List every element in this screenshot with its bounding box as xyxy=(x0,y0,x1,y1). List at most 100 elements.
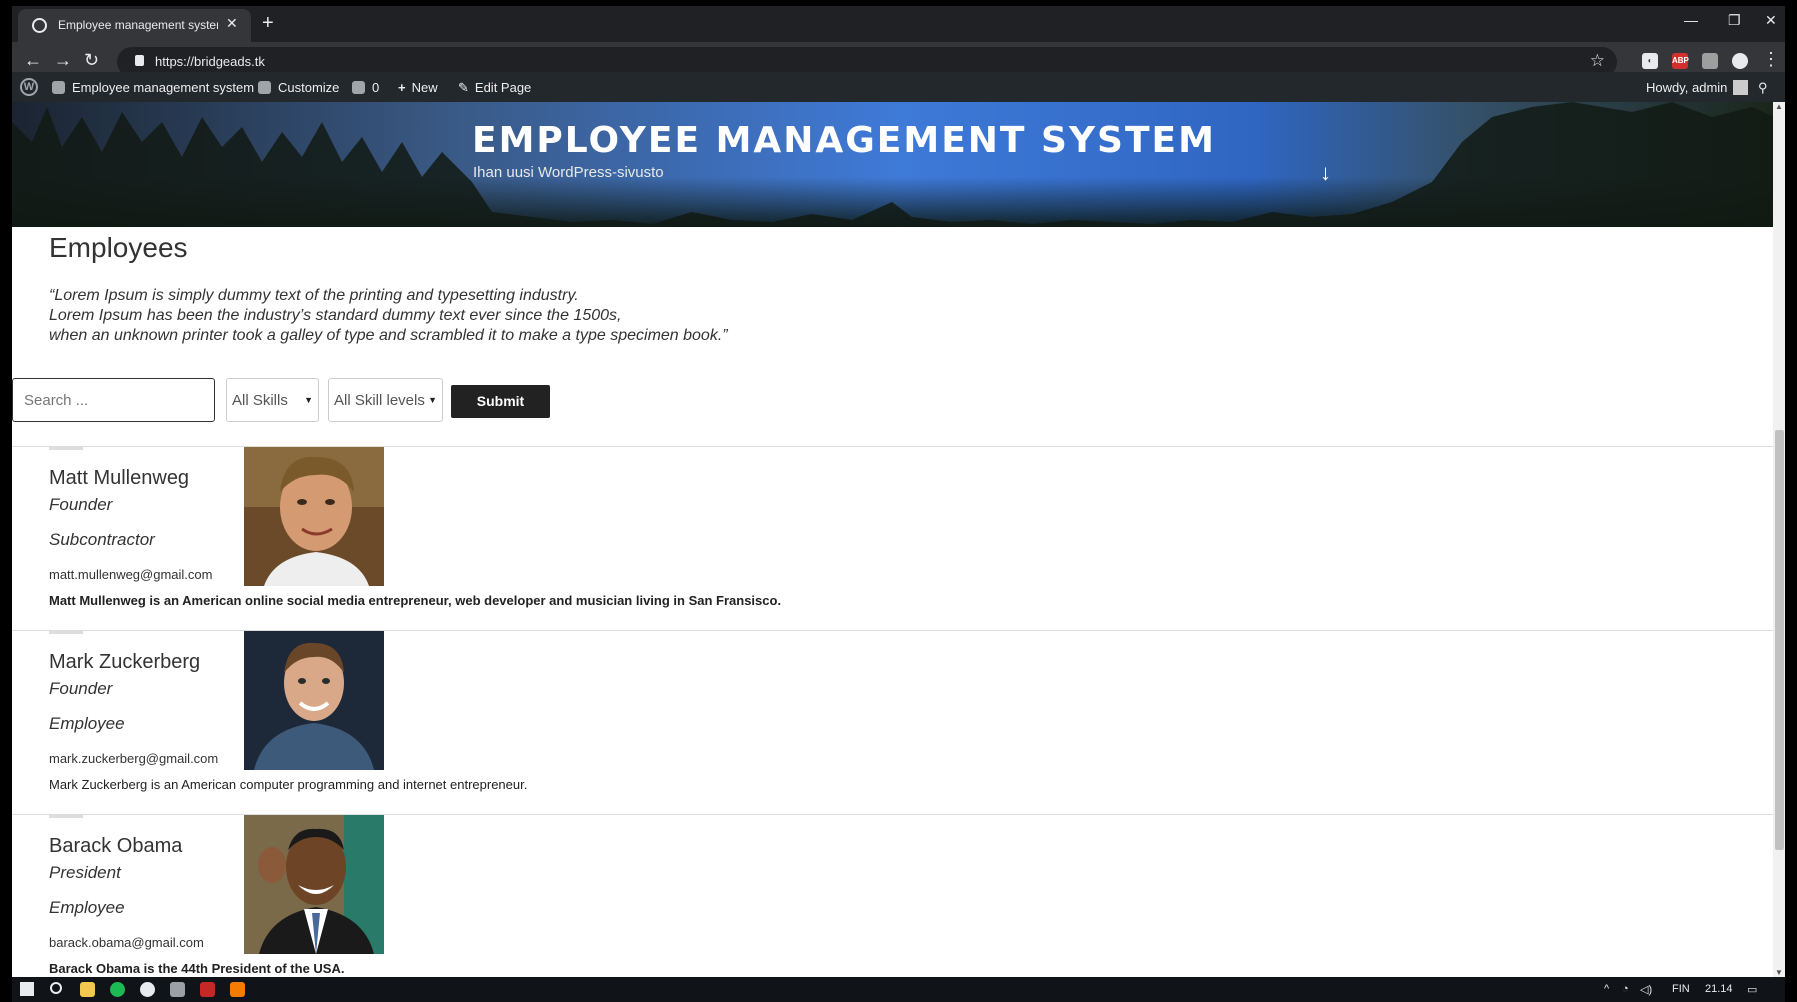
search-icon[interactable] xyxy=(50,982,62,994)
adminbar-comments-link[interactable]: 0 xyxy=(352,80,379,95)
skill-levels-select[interactable]: All Skill levels ▼ xyxy=(328,378,443,422)
windows-start-icon[interactable] xyxy=(20,982,34,996)
employee-name[interactable]: Mark Zuckerberg xyxy=(49,651,200,674)
restore-icon[interactable]: ❐ xyxy=(1728,12,1741,29)
scroll-up-icon[interactable]: ▲ xyxy=(1775,102,1783,111)
browser-tab[interactable]: Employee management system – ✕ xyxy=(18,9,251,42)
windows-taskbar: ^ ◔ ◁) FIN 21.14 ▭ xyxy=(12,977,1785,1002)
chevron-down-icon: ▼ xyxy=(428,395,437,405)
close-window-icon[interactable]: ✕ xyxy=(1765,12,1777,29)
employee-photo xyxy=(244,631,384,770)
extension-2-icon[interactable] xyxy=(1702,53,1718,69)
extension-icon[interactable]: ◐ xyxy=(1642,53,1658,69)
browser-tabstrip: Employee management system – ✕ + — ❐ ✕ xyxy=(12,6,1785,42)
submit-button[interactable]: Submit xyxy=(451,385,550,418)
employee-bio: Barack Obama is the 44th President of th… xyxy=(49,961,345,976)
howdy-label: Howdy, admin xyxy=(1646,80,1728,95)
adminbar-new-link[interactable]: + New xyxy=(398,80,438,95)
comment-icon xyxy=(352,81,365,94)
employee-type: Employee xyxy=(49,714,125,733)
notifications-icon[interactable]: ▭ xyxy=(1747,983,1757,996)
search-input[interactable] xyxy=(12,378,215,422)
scroll-down-arrow-icon[interactable]: ↓ xyxy=(1320,160,1331,186)
tray-chevron-icon[interactable]: ^ xyxy=(1604,983,1609,995)
clock[interactable]: 21.14 xyxy=(1705,983,1733,995)
quote-line: when an unknown printer took a galley of… xyxy=(49,327,728,344)
filezilla-icon[interactable] xyxy=(200,982,215,997)
employee-card: Barack Obama President Employee barack.o… xyxy=(12,814,1785,977)
app-icon[interactable] xyxy=(170,982,185,997)
skills-select[interactable]: All Skills ▼ xyxy=(226,378,319,422)
dashboard-icon xyxy=(52,81,65,94)
wordpress-logo-icon[interactable]: W xyxy=(20,78,38,96)
file-explorer-icon[interactable] xyxy=(80,982,95,997)
avatar xyxy=(1733,80,1749,95)
menu-kebab-icon[interactable]: ⋮ xyxy=(1762,49,1780,70)
divider xyxy=(49,447,83,450)
lock-icon xyxy=(135,55,144,66)
reload-icon[interactable]: ↻ xyxy=(84,50,99,71)
skills-select-value: All Skills xyxy=(232,392,288,409)
employee-role: President xyxy=(49,863,121,882)
employee-card: Mark Zuckerberg Founder Employee mark.zu… xyxy=(12,630,1785,814)
employee-type: Subcontractor xyxy=(49,530,155,549)
brush-icon xyxy=(258,81,271,94)
employee-bio: Mark Zuckerberg is an American computer … xyxy=(49,777,528,792)
chrome-icon[interactable] xyxy=(140,982,155,997)
employee-photo xyxy=(244,447,384,586)
pencil-icon: ✎ xyxy=(458,80,469,95)
employee-email[interactable]: barack.obama@gmail.com xyxy=(49,935,204,950)
employee-email[interactable]: mark.zuckerberg@gmail.com xyxy=(49,751,218,766)
wp-admin-bar: W Employee management system Customize 0… xyxy=(12,72,1785,102)
employee-name[interactable]: Barack Obama xyxy=(49,835,182,858)
adminbar-search-icon[interactable]: ⚲ xyxy=(1758,80,1768,96)
page-viewport: EMPLOYEE MANAGEMENT SYSTEM Ihan uusi Wor… xyxy=(12,102,1785,977)
adblock-plus-icon[interactable]: ABP xyxy=(1672,53,1689,69)
volume-icon[interactable]: ◁) xyxy=(1640,983,1652,996)
adminbar-new-label: New xyxy=(411,80,438,95)
employee-name[interactable]: Matt Mullenweg xyxy=(49,467,189,490)
skill-levels-select-value: All Skill levels xyxy=(334,392,425,409)
page-scrollbar[interactable]: ▲ ▼ xyxy=(1773,102,1785,977)
adminbar-account-link[interactable]: Howdy, admin xyxy=(1646,80,1749,95)
employee-type: Employee xyxy=(49,898,125,917)
adminbar-customize-link[interactable]: Customize xyxy=(258,80,339,95)
new-tab-icon[interactable]: + xyxy=(262,12,274,35)
quote-line: “Lorem Ipsum is simply dummy text of the… xyxy=(49,287,579,304)
bookmark-star-icon[interactable]: ☆ xyxy=(1590,51,1605,71)
wordpress-favicon-icon xyxy=(32,18,47,33)
employee-bio: Matt Mullenweg is an American online soc… xyxy=(49,593,782,608)
minimize-icon[interactable]: — xyxy=(1684,12,1698,28)
scrollbar-thumb[interactable] xyxy=(1775,430,1784,850)
adminbar-edit-page-link[interactable]: ✎ Edit Page xyxy=(458,80,531,96)
divider xyxy=(49,631,83,634)
site-title[interactable]: EMPLOYEE MANAGEMENT SYSTEM xyxy=(472,120,1216,161)
divider xyxy=(49,815,83,818)
tab-close-icon[interactable]: ✕ xyxy=(226,15,238,32)
spotify-icon[interactable] xyxy=(110,982,125,997)
employee-role: Founder xyxy=(49,495,113,514)
adminbar-site-link[interactable]: Employee management system xyxy=(52,80,254,95)
scroll-down-icon[interactable]: ▼ xyxy=(1775,968,1783,977)
employee-email[interactable]: matt.mullenweg@gmail.com xyxy=(49,567,212,582)
quote-line: Lorem Ipsum has been the industry’s stan… xyxy=(49,307,622,324)
site-description: Ihan uusi WordPress-sivusto xyxy=(473,164,664,181)
adminbar-site-label: Employee management system xyxy=(72,80,255,95)
employee-card: Matt Mullenweg Founder Subcontractor mat… xyxy=(12,446,1785,630)
page-title: Employees xyxy=(49,232,188,263)
adminbar-customize-label: Customize xyxy=(278,80,340,95)
language-indicator[interactable]: FIN xyxy=(1672,983,1690,995)
employee-photo xyxy=(244,815,384,954)
forward-icon[interactable]: → xyxy=(54,50,72,71)
url-text: https://bridgeads.tk xyxy=(155,54,265,69)
back-icon[interactable]: ← xyxy=(24,50,42,71)
intro-quote: “Lorem Ipsum is simply dummy text of the… xyxy=(49,286,728,346)
adminbar-edit-page-label: Edit Page xyxy=(474,80,532,95)
profile-icon[interactable] xyxy=(1732,53,1748,69)
sublime-text-icon[interactable] xyxy=(230,982,245,997)
comments-count: 0 xyxy=(372,80,380,95)
employee-role: Founder xyxy=(49,679,113,698)
plus-icon: + xyxy=(398,80,406,95)
screen: Employee management system – ✕ + — ❐ ✕ ←… xyxy=(0,0,1797,1002)
network-icon[interactable]: ◔ xyxy=(1622,983,1629,995)
